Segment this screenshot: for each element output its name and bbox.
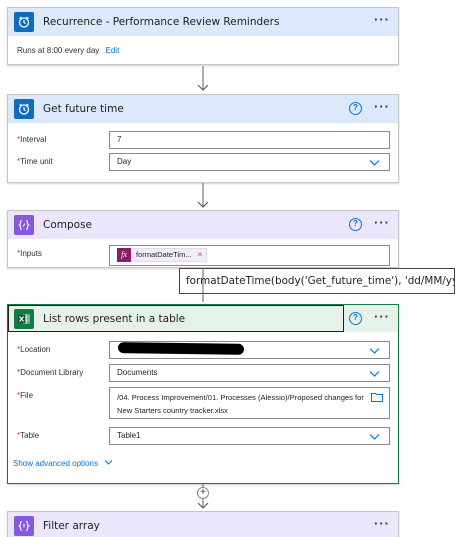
expression-token-label: formatDateTim... xyxy=(136,250,192,259)
more-options-icon[interactable]: ··· xyxy=(374,517,390,530)
alarm-clock-icon xyxy=(14,99,34,119)
more-options-icon[interactable]: ··· xyxy=(374,100,390,113)
filter-braces-icon xyxy=(14,516,34,536)
interval-label: Interval xyxy=(20,135,47,144)
folder-icon[interactable] xyxy=(371,392,383,402)
connector-arrow xyxy=(197,183,209,208)
time-unit-value: Day xyxy=(117,157,132,166)
filter-array-card[interactable]: Filter array ··· xyxy=(7,511,399,537)
recurrence-card-header[interactable]: Recurrence - Performance Review Reminder… xyxy=(8,8,398,36)
more-options-icon[interactable]: ··· xyxy=(374,13,390,26)
alarm-clock-icon xyxy=(14,12,34,32)
help-icon[interactable]: ? xyxy=(349,218,362,231)
filter-array-header[interactable]: Filter array ··· xyxy=(8,512,398,537)
document-library-dropdown[interactable]: Documents xyxy=(109,364,390,382)
recurrence-card[interactable]: Recurrence - Performance Review Reminder… xyxy=(7,7,399,65)
expression-token[interactable]: fx formatDateTim... × xyxy=(117,247,208,263)
interval-input[interactable]: 7 xyxy=(109,131,390,149)
list-rows-header[interactable]: List rows present in a table ? ··· xyxy=(8,305,398,332)
more-options-icon[interactable]: ··· xyxy=(374,216,390,229)
chevron-down-icon[interactable] xyxy=(369,368,380,379)
table-label: Table xyxy=(20,431,40,440)
card-title: Get future time xyxy=(43,103,124,115)
file-path-line1: /04. Process Improvement/01. Processes (… xyxy=(117,393,364,402)
compose-header[interactable]: Compose ? ··· xyxy=(8,211,398,239)
table-value: Table1 xyxy=(117,431,141,440)
get-future-time-header[interactable]: Get future time ? ··· xyxy=(8,95,398,123)
connector-arrow xyxy=(197,66,209,91)
more-options-icon[interactable]: ··· xyxy=(374,310,390,323)
time-unit-label: Time unit xyxy=(20,157,53,166)
help-icon[interactable]: ? xyxy=(349,312,362,325)
inputs-label: Inputs xyxy=(20,249,42,258)
show-advanced-options[interactable]: Show advanced options xyxy=(13,459,113,468)
chevron-down-icon[interactable] xyxy=(369,345,380,356)
edit-link[interactable]: Edit xyxy=(106,46,120,55)
connector-arrow xyxy=(202,268,204,302)
file-label: File xyxy=(20,391,34,400)
location-dropdown[interactable] xyxy=(109,341,390,359)
location-label: Location xyxy=(20,345,51,354)
card-title: Recurrence - Performance Review Reminder… xyxy=(43,16,280,28)
card-title: Filter array xyxy=(43,520,100,532)
function-icon: fx xyxy=(117,248,131,262)
file-path-line2: New Starters country tracker.xlsx xyxy=(117,406,228,415)
document-library-label: Document Library xyxy=(20,368,84,377)
compose-card[interactable]: Compose ? ··· *Inputs fx formatDateTim..… xyxy=(7,210,399,268)
expression-tooltip: formatDateTime(body('Get_future_time'), … xyxy=(179,268,455,294)
table-dropdown[interactable]: Table1 xyxy=(109,427,390,445)
time-unit-dropdown[interactable]: Day xyxy=(109,153,390,171)
list-rows-card[interactable]: List rows present in a table ? ··· *Loca… xyxy=(7,304,399,484)
insert-step-button[interactable]: + xyxy=(197,487,209,499)
inputs-field[interactable]: fx formatDateTim... × xyxy=(109,245,390,266)
compose-braces-icon xyxy=(14,215,34,235)
recurrence-summary: Runs at 8:00 every day xyxy=(17,46,100,55)
show-advanced-label: Show advanced options xyxy=(13,459,98,468)
chevron-down-icon[interactable] xyxy=(369,157,380,168)
get-future-time-card[interactable]: Get future time ? ··· *Interval 7 *Time … xyxy=(7,94,399,183)
redacted-location xyxy=(117,342,245,355)
help-icon[interactable]: ? xyxy=(349,102,362,115)
chevron-down-icon[interactable] xyxy=(369,431,380,442)
file-picker[interactable]: /04. Process Improvement/01. Processes (… xyxy=(109,387,390,419)
card-title: Compose xyxy=(43,219,93,231)
document-library-value: Documents xyxy=(117,368,158,377)
remove-token-icon[interactable]: × xyxy=(198,247,203,263)
chevron-down-icon xyxy=(104,460,113,465)
